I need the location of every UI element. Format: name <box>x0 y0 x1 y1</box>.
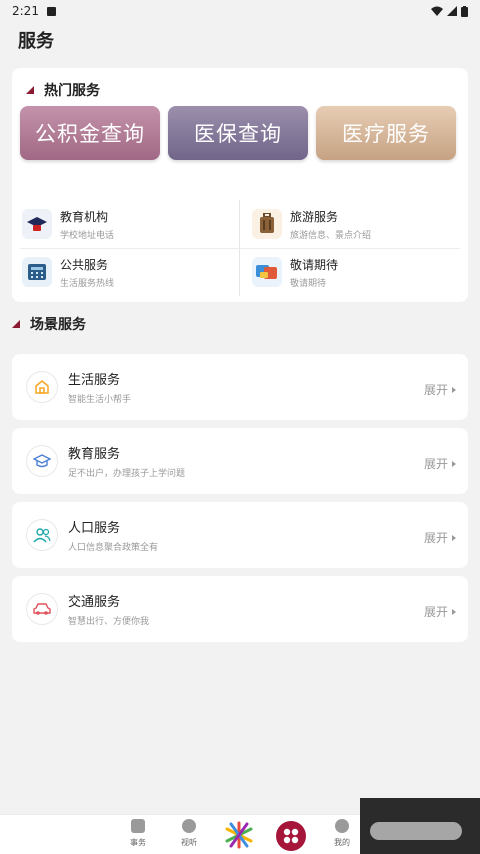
expand-button[interactable]: 展开 <box>424 381 456 398</box>
battery-icon <box>461 5 468 17</box>
service-coming-soon[interactable]: 敬请期待 敬请期待 <box>250 248 460 296</box>
scene-services-header: 场景服务 <box>12 314 86 334</box>
telephone-icon <box>22 257 52 287</box>
expand-label: 展开 <box>423 457 448 471</box>
scene-services-title: 场景服务 <box>30 317 86 333</box>
logo-star-icon <box>225 821 253 849</box>
service-education[interactable]: 教育机构 学校地址电话 <box>20 200 230 248</box>
caret-right-icon <box>452 386 456 393</box>
page-title: 服务 <box>18 31 54 52</box>
people-icon <box>26 519 58 551</box>
service-subtitle: 生活服务热线 <box>60 278 115 289</box>
graduation-cap-icon <box>22 209 52 239</box>
cards-icon <box>252 257 282 287</box>
scene-item-title: 人口服务 <box>68 521 121 536</box>
caret-right-icon <box>452 534 456 541</box>
hot-services-header: 热门服务 <box>26 80 100 100</box>
overlay-highlight <box>370 822 462 840</box>
scene-item-subtitle: 智能生活小帮手 <box>68 395 132 405</box>
medical-insurance-banner[interactable]: 医保查询 <box>168 106 308 160</box>
scene-item-subtitle: 智慧出行、方便你我 <box>68 617 150 627</box>
status-bar: 2:21 <box>0 0 480 22</box>
hot-services-grid: 教育机构 学校地址电话 旅游服务 旅游信息、景点介绍 公共服务 生活服务热线 敬… <box>20 200 460 296</box>
scene-item-life[interactable]: 生活服务 智能生活小帮手 展开 <box>12 354 468 420</box>
scene-item-title: 交通服务 <box>68 595 121 610</box>
tab-label: 我的 <box>334 838 350 847</box>
tab-services[interactable] <box>276 821 306 851</box>
notification-icon <box>46 6 56 16</box>
scene-item-education[interactable]: 教育服务 足不出户，办理孩子上学问题 展开 <box>12 428 468 494</box>
document-icon <box>131 819 145 833</box>
expand-button[interactable]: 展开 <box>424 529 456 546</box>
medical-service-banner[interactable]: 医疗服务 <box>316 106 456 160</box>
service-subtitle: 敬请期待 <box>290 278 327 289</box>
home-icon <box>26 371 58 403</box>
mortarboard-icon <box>26 445 58 477</box>
tab-label: 事务 <box>130 838 146 847</box>
tab-home-logo[interactable] <box>224 821 254 849</box>
scene-item-population[interactable]: 人口服务 人口信息聚合政策全有 展开 <box>12 502 468 568</box>
wifi-icon <box>431 6 443 16</box>
status-time: 2:21 <box>12 4 39 18</box>
user-icon <box>335 819 349 833</box>
service-public[interactable]: 公共服务 生活服务热线 <box>20 248 230 296</box>
tab-media[interactable]: 视听 <box>181 819 197 848</box>
scene-item-subtitle: 人口信息聚合政策全有 <box>68 543 159 553</box>
service-title: 敬请期待 <box>290 257 339 272</box>
expand-label: 展开 <box>423 605 448 619</box>
service-subtitle: 旅游信息、景点介绍 <box>290 230 372 241</box>
expand-label: 展开 <box>423 531 448 545</box>
scene-item-subtitle: 足不出户，办理孩子上学问题 <box>68 469 186 479</box>
caret-right-icon <box>452 608 456 615</box>
service-title: 公共服务 <box>60 257 109 272</box>
section-marker-icon <box>12 320 20 328</box>
expand-button[interactable]: 展开 <box>424 603 456 620</box>
scene-item-traffic[interactable]: 交通服务 智慧出行、方便你我 展开 <box>12 576 468 642</box>
hot-services-title: 热门服务 <box>44 83 100 99</box>
housing-fund-banner[interactable]: 公积金查询 <box>20 106 160 160</box>
hot-services-card: 热门服务 公积金查询 医保查询 医疗服务 教育机构 学校地址电话 旅游服务 旅游… <box>12 68 468 302</box>
overlay-thumbnail <box>360 798 480 854</box>
car-icon <box>26 593 58 625</box>
expand-button[interactable]: 展开 <box>424 455 456 472</box>
tab-label: 视听 <box>181 838 197 847</box>
service-title: 旅游服务 <box>290 209 339 224</box>
section-marker-icon <box>26 86 34 94</box>
service-title: 教育机构 <box>60 209 109 224</box>
scene-item-title: 教育服务 <box>68 447 121 462</box>
caret-right-icon <box>452 460 456 467</box>
tab-affairs[interactable]: 事务 <box>130 819 146 848</box>
expand-label: 展开 <box>423 383 448 397</box>
luggage-icon <box>252 209 282 239</box>
service-travel[interactable]: 旅游服务 旅游信息、景点介绍 <box>250 200 460 248</box>
disc-icon <box>182 819 196 833</box>
scene-item-title: 生活服务 <box>68 373 121 388</box>
service-subtitle: 学校地址电话 <box>60 230 115 241</box>
grid-circle-icon <box>276 821 306 851</box>
signal-icon <box>447 6 457 16</box>
tab-mine[interactable]: 我的 <box>334 819 350 848</box>
